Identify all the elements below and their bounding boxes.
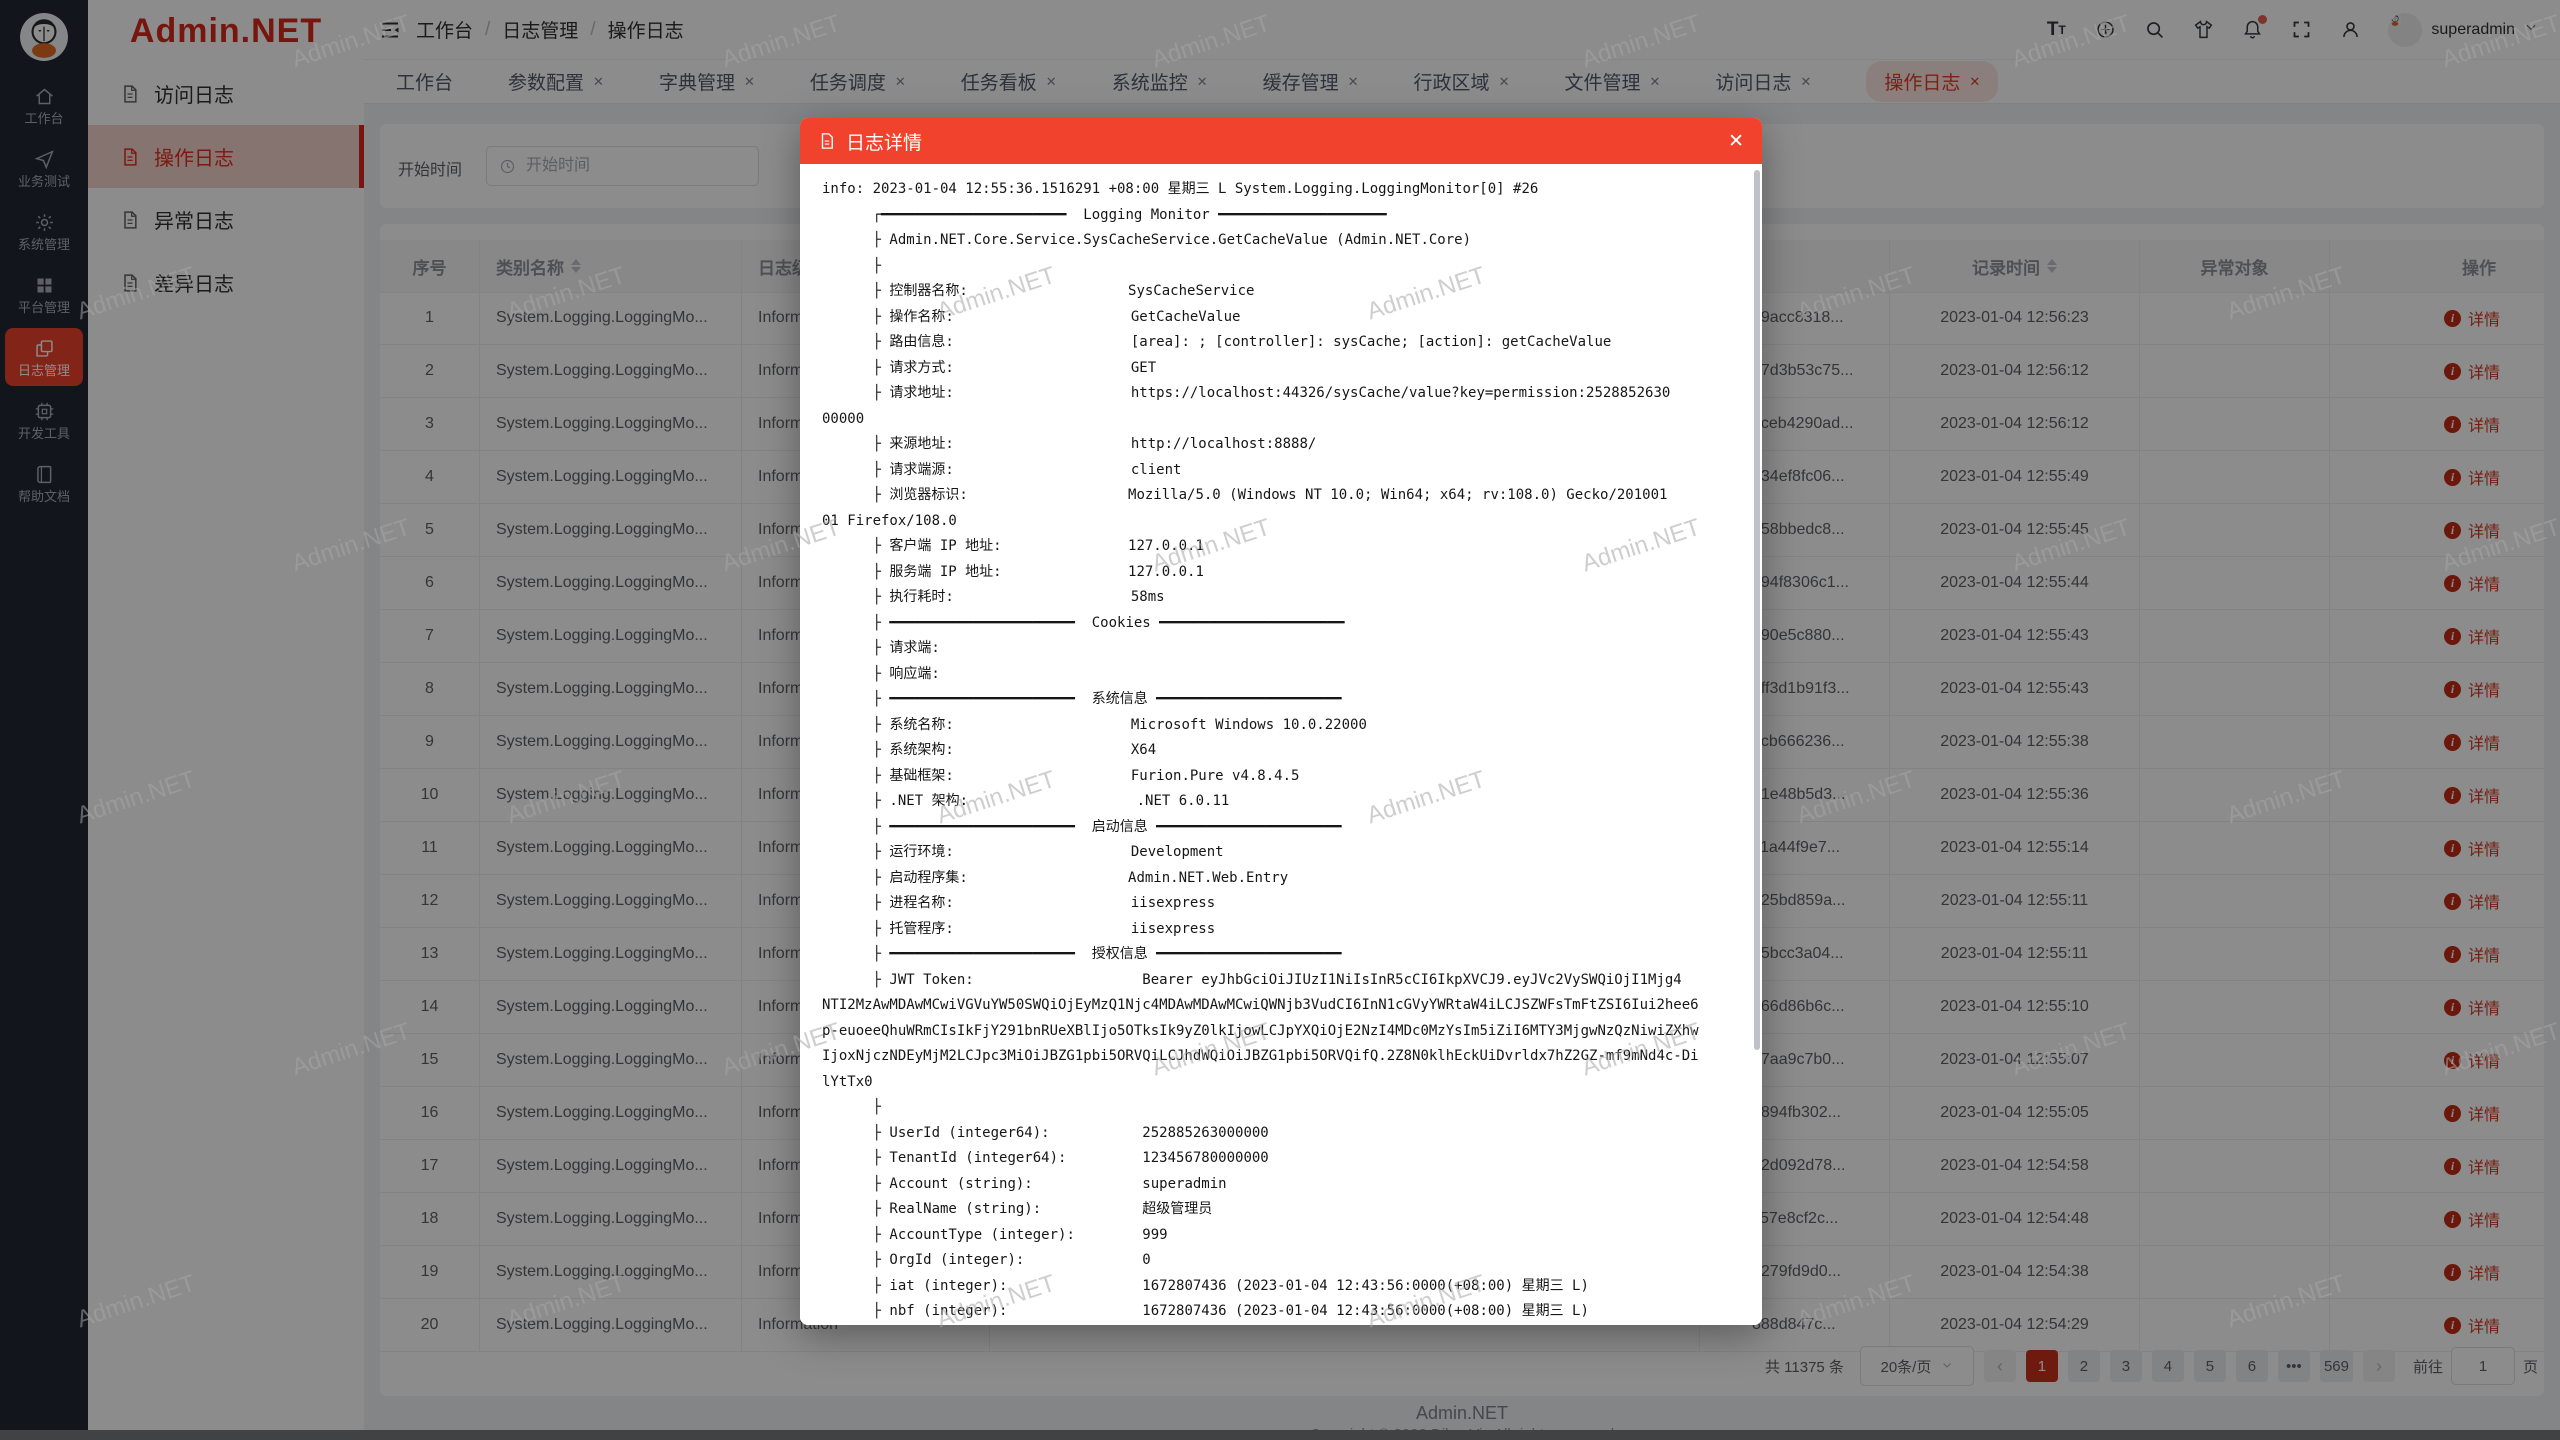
document-icon (818, 132, 836, 150)
modal-title: 日志详情 (846, 128, 922, 155)
modal-body: info: 2023-01-04 12:55:36.1516291 +08:00… (800, 164, 1762, 1325)
modal-scrollbar[interactable] (1754, 170, 1760, 1050)
app-root: 工作台业务测试系统管理平台管理日志管理开发工具帮助文档 Admin.NET 访问… (0, 0, 2560, 1440)
log-detail-modal: 日志详情 ✕ info: 2023-01-04 12:55:36.1516291… (800, 118, 1762, 1325)
modal-header: 日志详情 ✕ (800, 118, 1762, 164)
log-detail-text: info: 2023-01-04 12:55:36.1516291 +08:00… (800, 164, 1762, 1325)
close-icon[interactable]: ✕ (1728, 132, 1744, 151)
